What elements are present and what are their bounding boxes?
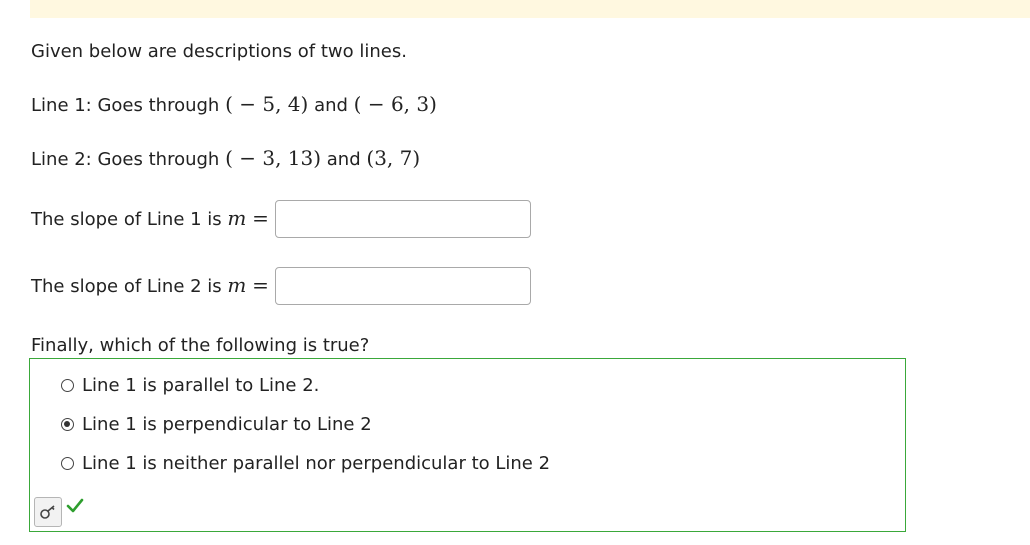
key-icon — [40, 505, 55, 519]
line2-point-a: ( − 3, 13) — [225, 146, 322, 170]
question-text: Finally, which of the following is true? — [31, 335, 370, 356]
radio-checked-icon[interactable] — [61, 417, 74, 431]
slope1-input[interactable] — [275, 200, 531, 238]
line1-point-a: ( − 5, 4) — [225, 92, 309, 116]
answer-choices: Line 1 is parallel to Line 2. Line 1 is … — [29, 358, 906, 532]
option-label: Line 1 is neither parallel nor perpendic… — [82, 452, 551, 474]
slope1-label: The slope of Line 1 is — [31, 209, 222, 230]
slope1-prompt: The slope of Line 1 is m = — [31, 206, 269, 232]
slope1-variable: m — [227, 206, 247, 230]
line2-label: Line 2: Goes through — [31, 149, 220, 170]
slope2-equals: = — [252, 273, 269, 297]
option-perpendicular[interactable]: Line 1 is perpendicular to Line 2 — [61, 412, 372, 436]
intro-text: Given below are descriptions of two line… — [31, 41, 407, 62]
line1-description: Line 1: Goes through ( − 5, 4) and ( − 6… — [31, 92, 437, 118]
slope2-variable: m — [227, 273, 247, 297]
line2-description: Line 2: Goes through ( − 3, 13) and (3, … — [31, 146, 420, 172]
option-label: Line 1 is perpendicular to Line 2 — [82, 413, 372, 435]
key-button[interactable] — [34, 497, 62, 527]
slope1-equals: = — [252, 206, 269, 230]
line2-point-b: (3, 7) — [366, 146, 421, 170]
radio-unchecked-icon[interactable] — [61, 456, 74, 470]
option-label: Line 1 is parallel to Line 2. — [82, 374, 320, 396]
option-neither[interactable]: Line 1 is neither parallel nor perpendic… — [61, 451, 550, 475]
line1-point-b: ( − 6, 3) — [353, 92, 437, 116]
slope2-input[interactable] — [275, 267, 531, 305]
top-banner — [30, 0, 1030, 18]
line1-joiner: and — [314, 95, 348, 116]
slope2-prompt: The slope of Line 2 is m = — [31, 273, 269, 299]
option-parallel[interactable]: Line 1 is parallel to Line 2. — [61, 373, 319, 397]
line2-joiner: and — [326, 149, 361, 170]
slope2-label: The slope of Line 2 is — [31, 276, 222, 297]
radio-unchecked-icon[interactable] — [61, 378, 74, 392]
line1-label: Line 1: Goes through — [31, 95, 220, 116]
check-icon — [66, 498, 84, 513]
